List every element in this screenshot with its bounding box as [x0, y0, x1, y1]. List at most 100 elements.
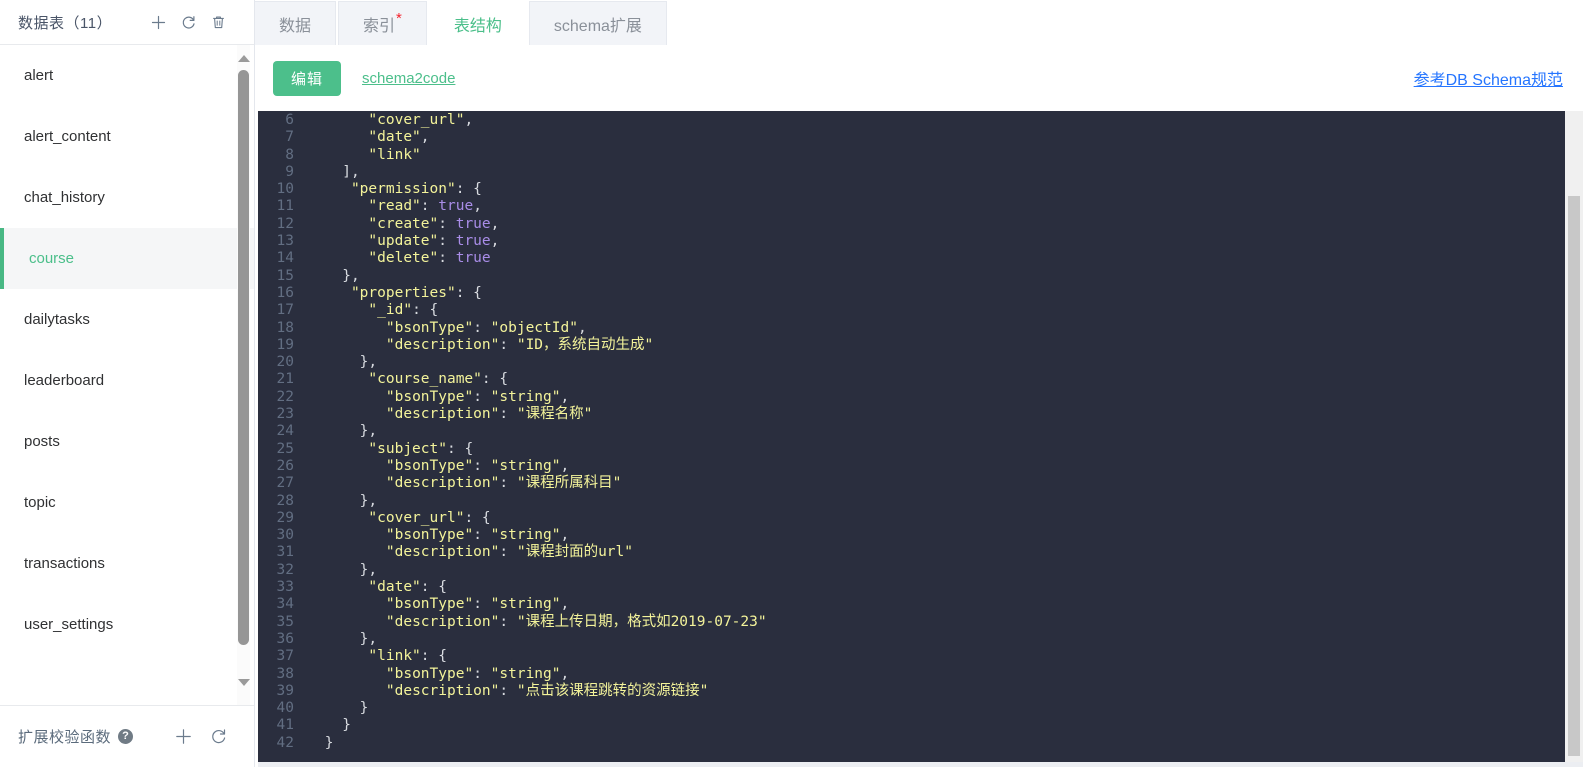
plus-icon[interactable] — [149, 13, 168, 32]
code-line-text[interactable]: "course_name": { — [294, 371, 508, 388]
schema2code-link[interactable]: schema2code — [362, 70, 455, 87]
table-list-container: alert alert_content chat_historycourse dail… — [0, 45, 254, 705]
table-list-item-label: user_settings — [24, 616, 114, 633]
tab-schema扩展[interactable]: schema扩展 — [528, 1, 667, 45]
table-list-item-label: chat_history — [24, 189, 105, 206]
code-line-text[interactable]: "bsonType": "string", — [294, 596, 569, 613]
code-line-number: 20 — [276, 354, 294, 371]
table-list[interactable]: alert alert_content chat_historycourse dail… — [0, 45, 254, 705]
code-line-number: 12 — [276, 215, 294, 232]
code-line: 12 "create": true, — [258, 216, 1583, 233]
code-line: 22 "bsonType": "string", — [258, 389, 1583, 406]
code-line-text[interactable]: } — [294, 735, 334, 752]
code-line-text[interactable]: "properties": { — [294, 285, 482, 302]
code-line-number: 26 — [276, 457, 294, 474]
code-line-text[interactable]: "cover_url", — [294, 112, 473, 129]
code-line-number: 14 — [276, 250, 294, 267]
code-line-text[interactable]: "cover_url": { — [294, 510, 490, 527]
code-line-text[interactable]: "delete": true — [294, 250, 490, 267]
app-root: 数据表（11） alert alert_content chat_history… — [0, 0, 1583, 767]
tab-label: 数据 — [279, 17, 312, 35]
code-line-text[interactable]: "_id": { — [294, 302, 438, 319]
help-icon[interactable]: ? — [118, 729, 134, 744]
code-line-text[interactable]: "date", — [294, 129, 429, 146]
table-list-item-leaderboard[interactable]: leaderboard — [0, 350, 254, 411]
trash-icon[interactable] — [209, 13, 228, 32]
table-list-item-transactions[interactable]: transactions — [0, 533, 254, 594]
code-line-number: 7 — [285, 129, 294, 146]
code-line-text[interactable]: "bsonType": "string", — [294, 389, 569, 406]
table-list-item-course[interactable]: course — [0, 228, 254, 289]
plus-icon[interactable] — [174, 727, 193, 746]
code-line-text[interactable]: "bsonType": "string", — [294, 527, 569, 544]
code-line-text[interactable]: }, — [294, 268, 359, 285]
table-list-item-chat_history[interactable]: chat_history — [0, 167, 254, 228]
code-line-text[interactable]: "subject": { — [294, 441, 473, 458]
code-line-text[interactable]: }, — [294, 631, 377, 648]
refresh-icon[interactable] — [179, 13, 198, 32]
code-line: 10 "permission": { — [258, 181, 1583, 198]
code-line-number: 30 — [276, 527, 294, 544]
editor-scrollbar-thumb[interactable] — [1568, 196, 1580, 756]
table-list-item-alert[interactable]: alert — [0, 45, 254, 106]
sidebar-title: 数据表（11） — [18, 14, 113, 32]
table-list-item-label: transactions — [24, 555, 105, 572]
code-line-text[interactable]: "bsonType": "string", — [294, 666, 569, 683]
code-line-text[interactable]: "create": true, — [294, 216, 499, 233]
code-line-text[interactable]: "date": { — [294, 579, 447, 596]
code-line: 29 "cover_url": { — [258, 510, 1583, 527]
code-line-text[interactable]: } — [294, 700, 369, 717]
code-line-text[interactable]: "description": "课程封面的url" — [294, 544, 633, 561]
table-list-item-posts[interactable]: posts — [0, 411, 254, 472]
editor-scrollbar[interactable] — [1565, 111, 1583, 767]
code-line-text[interactable]: "read": true, — [294, 198, 482, 215]
tab-bar: 数据 索引 * 表结构 schema扩展 — [255, 0, 1583, 45]
code-line-text[interactable]: "update": true, — [294, 233, 499, 250]
code-line-text[interactable]: }, — [294, 423, 377, 440]
scroll-up-arrow-icon[interactable] — [237, 52, 250, 65]
code-line-text[interactable]: "bsonType": "string", — [294, 458, 569, 475]
code-line: 8 "link" — [258, 147, 1583, 164]
scroll-down-arrow-icon[interactable] — [237, 676, 250, 689]
code-line: 34 "bsonType": "string", — [258, 596, 1583, 613]
code-line-text[interactable]: "description": "课程上传日期，格式如2019-07-23" — [294, 614, 767, 631]
table-list-item-alert_content[interactable]: alert_content — [0, 106, 254, 167]
tab-索引[interactable]: 索引 * — [338, 1, 427, 45]
code-line-text[interactable]: "description": "点击该课程跳转的资源链接" — [294, 683, 708, 700]
code-line-text[interactable]: "bsonType": "objectId", — [294, 320, 587, 337]
code-line-text[interactable]: "description": "课程所属科目" — [294, 475, 621, 492]
code-line-text[interactable]: "link": { — [294, 648, 447, 665]
code-line-number: 13 — [276, 233, 294, 250]
code-line: 28 }, — [258, 493, 1583, 510]
code-line-text[interactable]: }, — [294, 562, 377, 579]
tab-数据[interactable]: 数据 — [255, 1, 337, 45]
code-line-number: 11 — [276, 198, 294, 215]
sidebar: 数据表（11） alert alert_content chat_history… — [0, 0, 255, 767]
sidebar-scrollbar-thumb[interactable] — [238, 70, 249, 645]
tab-label: 索引 — [363, 17, 396, 35]
code-line: 23 "description": "课程名称" — [258, 406, 1583, 423]
code-line-text[interactable]: "permission": { — [294, 181, 482, 198]
edit-button[interactable]: 编辑 — [273, 60, 342, 96]
code-line-text[interactable]: } — [294, 717, 351, 734]
code-line-text[interactable]: ], — [294, 164, 359, 181]
table-list-item-dailytasks[interactable]: dailytasks — [0, 289, 254, 350]
code-line-text[interactable]: "link" — [294, 147, 420, 164]
table-list-item-topic[interactable]: topic — [0, 472, 254, 533]
schema-code-editor[interactable]: 6 "cover_url", 7 "date", 8 "link" 9 ], 10 "p… — [258, 111, 1583, 767]
refresh-icon[interactable] — [209, 727, 228, 746]
code-line-text[interactable]: }, — [294, 354, 377, 371]
db-schema-spec-link[interactable]: 参考DB Schema规范 — [1414, 66, 1563, 90]
tab-表结构[interactable]: 表结构 — [428, 1, 527, 45]
table-list-item-user_settings[interactable]: user_settings — [0, 594, 254, 655]
code-line-text[interactable]: }, — [294, 493, 377, 510]
code-line: 14 "delete": true — [258, 250, 1583, 267]
code-line-text[interactable]: "description": "课程名称" — [294, 406, 592, 423]
code-line: 41 } — [258, 717, 1583, 734]
validator-section-title: 扩展校验函数 — [18, 729, 112, 746]
code-line: 18 "bsonType": "objectId", — [258, 320, 1583, 337]
code-line-text[interactable]: "description": "ID，系统自动生成" — [294, 337, 653, 354]
code-line: 38 "bsonType": "string", — [258, 666, 1583, 683]
sidebar-scrollbar[interactable] — [237, 45, 250, 705]
toolbar: 编辑 schema2code 参考DB Schema规范 — [255, 45, 1583, 111]
